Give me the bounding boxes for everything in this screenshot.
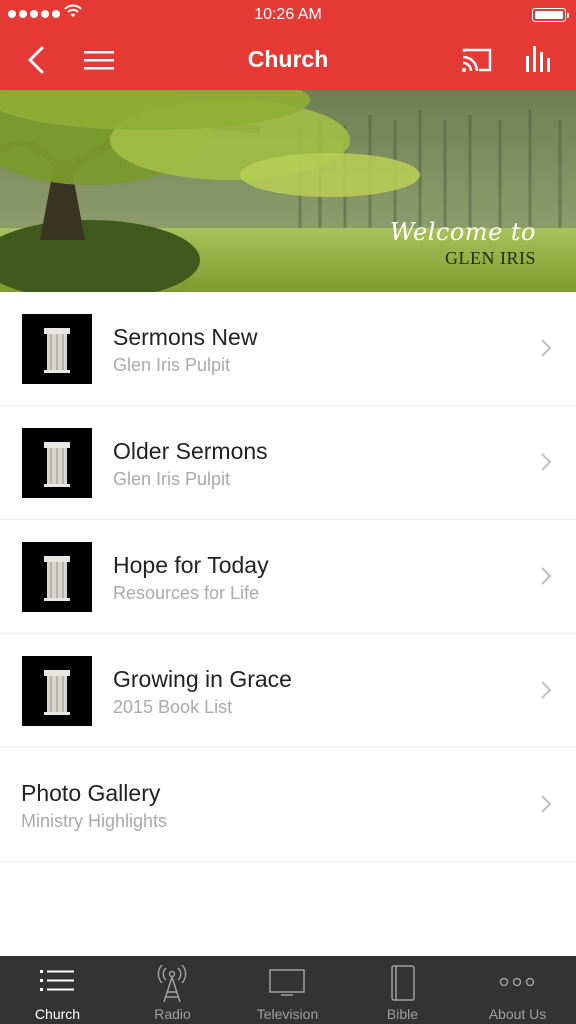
list-item-subtitle: Ministry Highlights <box>21 811 168 831</box>
welcome-text: Welcome to GLEN IRIS <box>390 218 536 269</box>
list-item-subtitle: 2015 Book List <box>113 697 233 717</box>
list-item-title: Older Sermons <box>113 438 268 464</box>
radio-tower-icon <box>157 964 187 1003</box>
status-bar: 10:26 AM <box>0 0 576 30</box>
tab-label: Television <box>256 1006 319 1022</box>
tab-church[interactable]: Church <box>0 956 115 1024</box>
list-item[interactable]: Sermons New Glen Iris Pulpit <box>0 292 576 406</box>
status-time: 10:26 AM <box>254 6 322 23</box>
tab-label: About Us <box>488 1006 547 1022</box>
tab-radio[interactable]: Radio <box>115 956 230 1024</box>
more-dots-icon <box>499 977 535 987</box>
list-item-title: Sermons New <box>113 324 258 350</box>
pillar-thumbnail-icon <box>22 656 92 726</box>
list-item[interactable]: Hope for Today Resources for Life <box>0 520 576 634</box>
tab-bible[interactable]: Bible <box>345 956 460 1024</box>
list-item[interactable]: Growing in Grace 2015 Book List <box>0 634 576 748</box>
chevron-right-icon <box>541 795 552 813</box>
tab-bar: Church Radio Television Bible About Us <box>0 956 576 1024</box>
equalizer-icon[interactable] <box>521 42 557 78</box>
chevron-right-icon <box>541 681 552 699</box>
list-item-title: Hope for Today <box>113 552 269 578</box>
welcome-line1: Welcome to <box>389 218 536 246</box>
pillar-thumbnail-icon <box>22 428 92 498</box>
list-item-title: Photo Gallery <box>21 780 161 806</box>
nav-bar: Church <box>0 30 576 90</box>
chevron-right-icon <box>541 567 552 585</box>
pillar-thumbnail-icon <box>22 314 92 384</box>
battery-icon <box>532 8 569 22</box>
pillar-thumbnail-icon <box>22 542 92 612</box>
tab-label: Radio <box>154 1006 191 1022</box>
content-list: Sermons New Glen Iris Pulpit Older Sermo… <box>0 292 576 862</box>
list-item[interactable]: Older Sermons Glen Iris Pulpit <box>0 406 576 520</box>
tab-label: Bible <box>386 1006 419 1022</box>
welcome-line2: GLEN IRIS <box>445 248 536 268</box>
list-item-subtitle: Resources for Life <box>113 583 260 603</box>
tab-label: Church <box>34 1006 81 1022</box>
cast-icon[interactable] <box>459 42 495 78</box>
chevron-right-icon <box>541 453 552 471</box>
list-item[interactable]: Photo Gallery Ministry Highlights <box>0 748 576 862</box>
list-item-title: Growing in Grace <box>113 666 292 692</box>
app-header: 10:26 AM Church <box>0 0 576 90</box>
welcome-banner: Welcome to GLEN IRIS <box>0 90 576 292</box>
television-icon <box>269 969 305 996</box>
list-icon <box>40 970 74 991</box>
tab-television[interactable]: Television <box>230 956 345 1024</box>
list-item-subtitle: Glen Iris Pulpit <box>113 355 231 375</box>
book-icon <box>391 965 415 1001</box>
tab-about-us[interactable]: About Us <box>460 956 575 1024</box>
chevron-right-icon <box>541 339 552 357</box>
list-item-subtitle: Glen Iris Pulpit <box>113 469 231 489</box>
